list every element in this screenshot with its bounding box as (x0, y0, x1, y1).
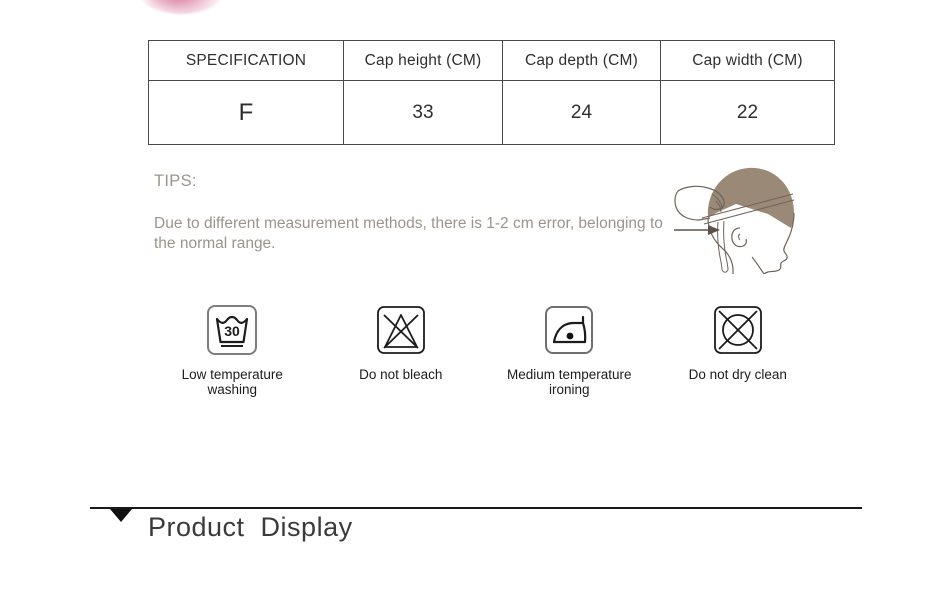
svg-text:30: 30 (224, 323, 240, 339)
care-item-ironing: Medium temperature ironing (485, 302, 654, 397)
down-triangle-icon (110, 509, 132, 522)
wash-tub-30-icon: 30 (207, 305, 258, 355)
care-label: Do not dry clean (688, 367, 787, 382)
table-header-row: SPECIFICATION Cap height (CM) Cap depth … (148, 40, 835, 81)
section-title-product-display: Product Display (148, 512, 353, 542)
do-not-dry-clean-icon (713, 306, 762, 354)
pink-pompom-decoration (138, 0, 224, 14)
section-divider-rule (90, 507, 862, 509)
head-measurement-illustration (672, 156, 824, 275)
table-header-cell: Cap height (CM) (343, 40, 503, 81)
care-label: Medium temperature ironing (506, 367, 632, 398)
table-row: F 33 24 22 (148, 80, 835, 145)
table-header-cell: Cap depth (CM) (502, 40, 661, 81)
table-cell-cap-height: 33 (343, 80, 503, 145)
care-label: Low temperature washing (181, 367, 283, 398)
table-cell-cap-width: 22 (660, 80, 835, 145)
do-not-bleach-icon (376, 306, 425, 354)
care-label: Do not bleach (359, 367, 443, 382)
care-item-washing: 30 Low temperature washing (148, 302, 317, 397)
table-header-cell: SPECIFICATION (148, 40, 344, 81)
iron-one-dot-icon (545, 306, 594, 354)
tips-body-text: Due to different measurement methods, th… (154, 215, 663, 253)
care-item-bleach: Do not bleach (317, 302, 486, 397)
care-item-dry-clean: Do not dry clean (654, 302, 823, 397)
tips-block: TIPS: Due to different measurement metho… (154, 172, 694, 255)
tips-title: TIPS: (154, 172, 197, 190)
table-cell-cap-depth: 24 (502, 80, 661, 145)
specification-table: SPECIFICATION Cap height (CM) Cap depth … (148, 40, 835, 145)
table-header-cell: Cap width (CM) (660, 40, 835, 81)
table-cell-size: F (148, 80, 344, 145)
care-symbols-row: 30 Low temperature washing Do not bleach… (148, 302, 822, 397)
